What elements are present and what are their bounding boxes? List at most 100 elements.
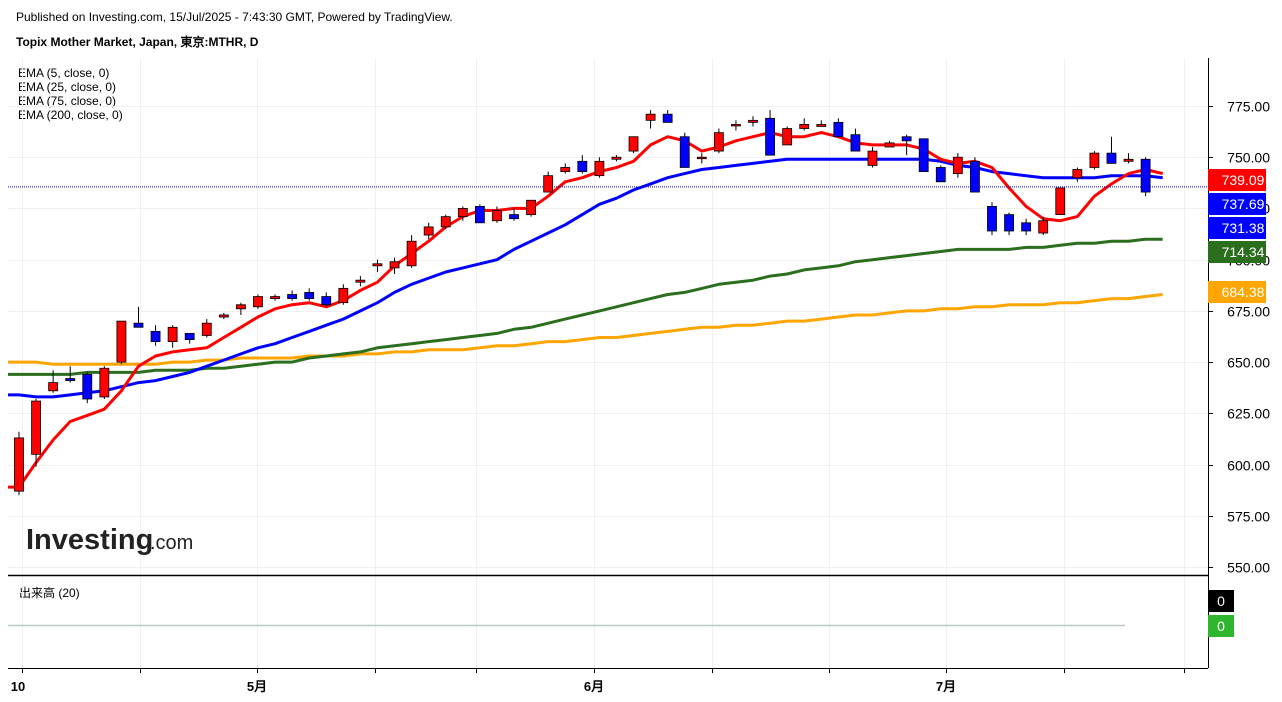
candle-body [1106, 152, 1117, 164]
y-tick-label: 600.00 [1227, 458, 1270, 474]
candle-body [99, 367, 110, 398]
candle [952, 153, 963, 178]
candle [970, 157, 980, 193]
candle-body [731, 124, 741, 127]
candle-body [645, 113, 656, 121]
candle [253, 294, 263, 309]
candle-body [1089, 152, 1100, 168]
ema-lines [8, 131, 1208, 489]
candle [355, 276, 366, 287]
candle-body [850, 134, 861, 152]
candle-body [82, 374, 93, 400]
candle-body [236, 304, 246, 310]
candle-body [406, 240, 417, 267]
candle [748, 116, 758, 127]
candle [833, 118, 844, 138]
x-tick-label: 10 [11, 679, 25, 694]
candle-body [867, 150, 878, 166]
candle [526, 199, 536, 217]
candle [287, 290, 298, 301]
candle-body [748, 119, 758, 123]
candle-body [918, 138, 929, 172]
candle [270, 294, 280, 301]
candle-body [713, 132, 724, 152]
candle [850, 128, 861, 152]
candle [799, 118, 810, 131]
price-labels: 739.09 737.69 731.38 714.34 684.38 [1208, 169, 1266, 303]
volume-pane: 00 [8, 590, 1234, 637]
x-tick-label: 6月 [584, 679, 604, 694]
candle-body [150, 330, 161, 343]
candle [731, 120, 741, 131]
candle-body [611, 156, 622, 160]
candle-body [116, 320, 127, 363]
y-tick-label: 575.00 [1227, 509, 1270, 525]
candle-body [628, 136, 639, 152]
ema200-line [8, 293, 1163, 366]
candle [816, 120, 827, 127]
candle-body [884, 142, 895, 148]
candle-body [1055, 187, 1066, 215]
candle-body [1021, 222, 1032, 232]
candle-body [765, 117, 775, 156]
candle [372, 259, 383, 272]
candle-body [901, 136, 912, 142]
candle-body [201, 322, 212, 336]
candle [99, 366, 110, 399]
candle-body [355, 279, 366, 283]
candle-body [65, 378, 76, 381]
price-label: 714.34 [1222, 244, 1265, 260]
y-tick-label: 775.00 [1227, 99, 1270, 115]
candle [236, 302, 246, 315]
candle [304, 288, 315, 301]
candle-body [1072, 169, 1083, 179]
candle-body [14, 437, 24, 492]
candle-body [167, 326, 178, 343]
candle [338, 284, 349, 305]
candle [1072, 167, 1083, 182]
candle-body [696, 156, 707, 160]
candle-body [987, 205, 997, 232]
candle-body [662, 113, 673, 123]
candle [321, 292, 332, 307]
candle-body [287, 294, 298, 299]
candle [14, 431, 24, 496]
candle [1021, 218, 1032, 236]
candle-body [184, 333, 195, 340]
candle [594, 157, 605, 178]
candle-body [816, 124, 827, 127]
candle-body [338, 287, 349, 304]
candle [765, 110, 775, 156]
candle [1004, 212, 1014, 236]
ema5-line [8, 131, 1164, 489]
candle [82, 372, 93, 404]
candle [884, 140, 895, 148]
candle-body [218, 314, 229, 318]
candle-body [253, 296, 263, 308]
candle-body [577, 160, 588, 172]
candle [150, 325, 161, 346]
candle-body [133, 322, 144, 328]
candle [1140, 157, 1151, 197]
candle [645, 110, 656, 129]
candle-body [935, 167, 946, 183]
candle-body [1123, 158, 1134, 162]
price-label: 684.38 [1222, 284, 1265, 300]
candle [679, 132, 690, 168]
candle [184, 333, 195, 344]
price-label: 731.38 [1222, 220, 1265, 236]
candle [560, 163, 571, 174]
price-chart[interactable]: 550.00575.00600.00625.00650.00675.00700.… [0, 0, 1282, 702]
candle-body [474, 205, 485, 224]
y-tick-label: 650.00 [1227, 355, 1270, 371]
candle [167, 325, 178, 348]
candle [611, 155, 622, 162]
candle-body [1140, 158, 1151, 193]
candle-body [952, 156, 963, 175]
y-tick-label: 625.00 [1227, 406, 1270, 422]
candle-body [679, 136, 690, 168]
candle [406, 235, 417, 268]
candle-body [782, 128, 793, 146]
candle-body [440, 216, 451, 228]
x-axis: 10 5月 6月 7月 [11, 668, 1185, 694]
